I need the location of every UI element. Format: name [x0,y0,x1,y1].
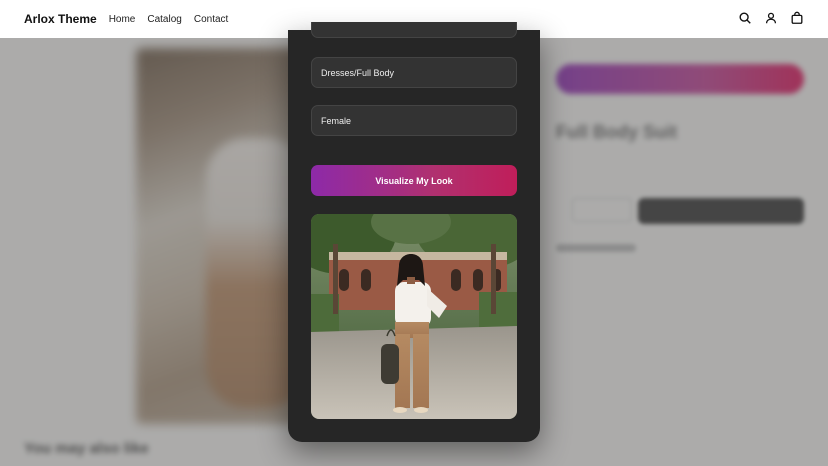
nav-catalog[interactable]: Catalog [147,14,181,25]
user-icon[interactable] [764,11,778,25]
category-select[interactable]: Dresses/Full Body [311,57,517,88]
header-actions [738,11,804,25]
woman-walking-photo [311,214,517,419]
visualize-button[interactable]: Visualize My Look [311,165,517,196]
brand-logo[interactable]: Arlox Theme [24,12,97,26]
category-select-value: Dresses/Full Body [321,67,395,78]
nav-contact[interactable]: Contact [194,14,228,25]
previous-field[interactable] [311,22,517,38]
gender-select-value: Female [321,115,352,126]
search-icon[interactable] [738,11,752,25]
main-nav: Home Catalog Contact [109,14,229,25]
nav-home[interactable]: Home [109,14,136,25]
result-image [311,214,517,419]
gender-select[interactable]: Female [311,105,517,136]
bag-icon[interactable] [790,11,804,25]
try-on-modal: Dresses/Full Body Female Visualize My Lo… [288,22,540,442]
